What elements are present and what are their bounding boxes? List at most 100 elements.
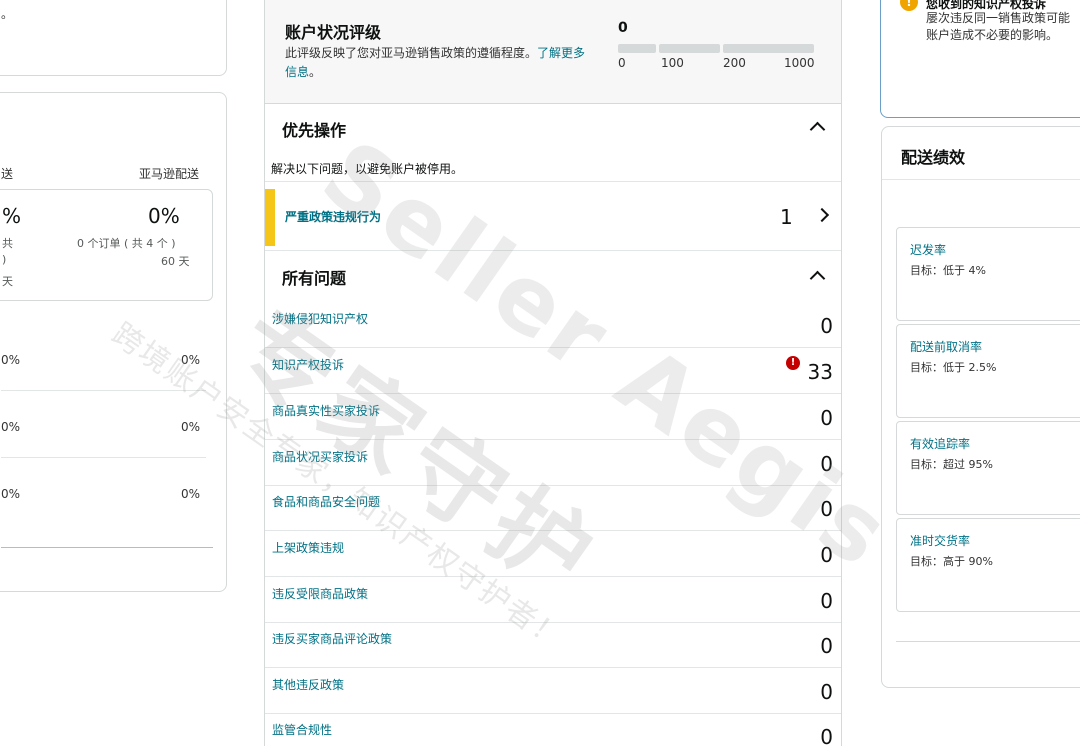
rating-tick: 100: [661, 56, 684, 70]
seller-pct: %: [2, 204, 22, 228]
ahr-period: 。: [309, 65, 322, 79]
issue-row[interactable]: 商品真实性买家投诉 0: [265, 394, 841, 440]
row-1-left: 0%: [1, 353, 21, 367]
issue-row[interactable]: 监管合规性 0: [265, 713, 841, 746]
issue-row[interactable]: 其他违反政策 0: [265, 668, 841, 714]
metric-on-time-delivery[interactable]: 准时交货率 目标：高于 90%: [896, 518, 1080, 612]
metric-cancel-rate[interactable]: 配送前取消率 目标：低于 2.5%: [896, 324, 1080, 418]
rating-bar-segment: [659, 44, 720, 53]
divider: [1, 390, 206, 391]
seller-sub-1: 共: [2, 237, 13, 250]
issue-count: 0: [820, 452, 833, 476]
issue-count: 33: [807, 360, 833, 384]
amazon-sub-days: 60 天: [161, 255, 190, 268]
notice-line: 屡次违反同一销售政策可能: [926, 11, 1071, 25]
ahr-description-text: 此评级反映了您对亚马逊销售政策的遵循程度。: [285, 46, 538, 60]
metric-name[interactable]: 准时交货率: [910, 532, 970, 549]
issue-row[interactable]: 商品状况买家投诉 0: [265, 440, 841, 486]
issue-row[interactable]: 食品和商品安全问题 0: [265, 485, 841, 531]
seller-sub-3: 天: [2, 275, 13, 288]
issue-count: 0: [820, 406, 833, 430]
issue-row[interactable]: 违反受限商品政策 0: [265, 577, 841, 623]
metric-name[interactable]: 有效追踪率: [910, 435, 970, 452]
issue-label[interactable]: 知识产权投诉: [272, 356, 344, 373]
left-top-text-fragment: 。: [1, 7, 14, 21]
chevron-up-icon[interactable]: [809, 121, 826, 138]
row-3-left: 0%: [1, 487, 21, 501]
row-2-right: 0%: [181, 420, 201, 434]
rating-tick: 0: [618, 56, 626, 70]
issue-count: 0: [820, 497, 833, 521]
metric-target: 目标：超过 95%: [910, 458, 993, 471]
severe-violation-row[interactable]: 严重政策违规行为 1: [265, 185, 841, 247]
severity-indicator: [265, 189, 275, 246]
ahr-title: 账户状况评级: [285, 23, 382, 42]
issue-row[interactable]: 涉嫌侵犯知识产权 0: [265, 302, 841, 348]
metric-target: 目标：低于 2.5%: [910, 361, 997, 374]
rating-tick: 1000: [784, 56, 815, 70]
divider: [1, 547, 213, 548]
issue-count: 0: [820, 314, 833, 338]
row-1-right: 0%: [181, 353, 201, 367]
issue-label[interactable]: 违反买家商品评论政策: [272, 630, 392, 647]
amazon-sub-orders: 0 个订单 ( 共 4 个 ): [77, 237, 176, 250]
left-fulfillment-card: 送 亚马逊配送 % 0% 共 ) 天 0 个订单 ( 共 4 个 ) 60 天 …: [0, 92, 227, 592]
ip-complaint-notice: ! 您收到的知识产权投诉 屡次违反同一销售政策可能 账户造成不必要的影响。: [880, 0, 1080, 118]
priority-actions-title: 优先操作: [282, 121, 347, 140]
amazon-pct: 0%: [148, 204, 180, 228]
issue-label[interactable]: 监管合规性: [272, 721, 332, 738]
notice-line: 账户造成不必要的影响。: [926, 28, 1059, 42]
issue-row[interactable]: 上架政策违规 0: [265, 531, 841, 577]
shipping-title: 配送绩效: [901, 148, 966, 167]
chevron-right-icon: [814, 207, 830, 223]
col-header-seller: 送: [1, 167, 14, 181]
ahr-score: 0: [618, 20, 628, 36]
issue-label[interactable]: 其他违反政策: [272, 676, 344, 693]
severe-violation-count: 1: [780, 205, 793, 229]
rating-tick: 200: [723, 56, 746, 70]
alert-icon: !: [786, 356, 800, 370]
account-health-panel: 账户状况评级 此评级反映了您对亚马逊销售政策的遵循程度。了解更多信息。 0 0 …: [264, 0, 842, 746]
issue-label[interactable]: 违反受限商品政策: [272, 585, 368, 602]
issue-label[interactable]: 商品真实性买家投诉: [272, 402, 380, 419]
rating-bar-segment: [723, 44, 814, 53]
all-issues-title: 所有问题: [282, 269, 347, 288]
rating-bar-segment: [618, 44, 656, 53]
issue-count: 0: [820, 543, 833, 567]
metric-target: 目标：低于 4%: [910, 264, 986, 277]
issue-label[interactable]: 涉嫌侵犯知识产权: [272, 310, 368, 327]
issue-count: 0: [820, 589, 833, 613]
divider: [265, 250, 841, 251]
divider: [265, 181, 841, 182]
chevron-up-icon[interactable]: [809, 270, 826, 287]
priority-note: 解决以下问题，以避免账户被停用。: [271, 162, 464, 176]
metric-name[interactable]: 配送前取消率: [910, 338, 982, 355]
account-health-rating: 账户状况评级 此评级反映了您对亚马逊销售政策的遵循程度。了解更多信息。 0 0 …: [265, 0, 841, 104]
divider: [896, 641, 1080, 642]
issue-count: 0: [820, 725, 833, 746]
issue-count: 0: [820, 680, 833, 704]
issue-label[interactable]: 上架政策违规: [272, 539, 344, 556]
seller-sub-2: ): [2, 253, 7, 266]
notice-body: 屡次违反同一销售政策可能 账户造成不必要的影响。: [926, 10, 1080, 44]
divider: [882, 179, 1080, 180]
shipping-performance-card: 配送绩效 迟发率 目标：低于 4% 配送前取消率 目标：低于 2.5% 有效追踪…: [881, 126, 1080, 688]
issue-row[interactable]: 知识产权投诉 ! 33: [265, 348, 841, 394]
issue-count: 0: [820, 634, 833, 658]
divider: [1, 457, 206, 458]
metric-late-shipment[interactable]: 迟发率 目标：低于 4%: [896, 227, 1080, 321]
summary-box: % 0% 共 ) 天 0 个订单 ( 共 4 个 ) 60 天: [0, 189, 213, 301]
metric-name[interactable]: 迟发率: [910, 241, 946, 258]
col-header-amazon: 亚马逊配送: [139, 167, 200, 181]
issue-row[interactable]: 违反买家商品评论政策 0: [265, 622, 841, 668]
left-top-card: 。: [0, 0, 227, 76]
metric-valid-tracking[interactable]: 有效追踪率 目标：超过 95%: [896, 421, 1080, 515]
issue-label[interactable]: 食品和商品安全问题: [272, 493, 380, 510]
row-3-right: 0%: [181, 487, 201, 501]
row-2-left: 0%: [1, 420, 21, 434]
warning-icon: !: [900, 0, 918, 11]
ahr-description: 此评级反映了您对亚马逊销售政策的遵循程度。了解更多信息。: [285, 44, 595, 82]
severe-violation-label: 严重政策违规行为: [285, 210, 382, 224]
issue-label[interactable]: 商品状况买家投诉: [272, 448, 368, 465]
metric-target: 目标：高于 90%: [910, 555, 993, 568]
